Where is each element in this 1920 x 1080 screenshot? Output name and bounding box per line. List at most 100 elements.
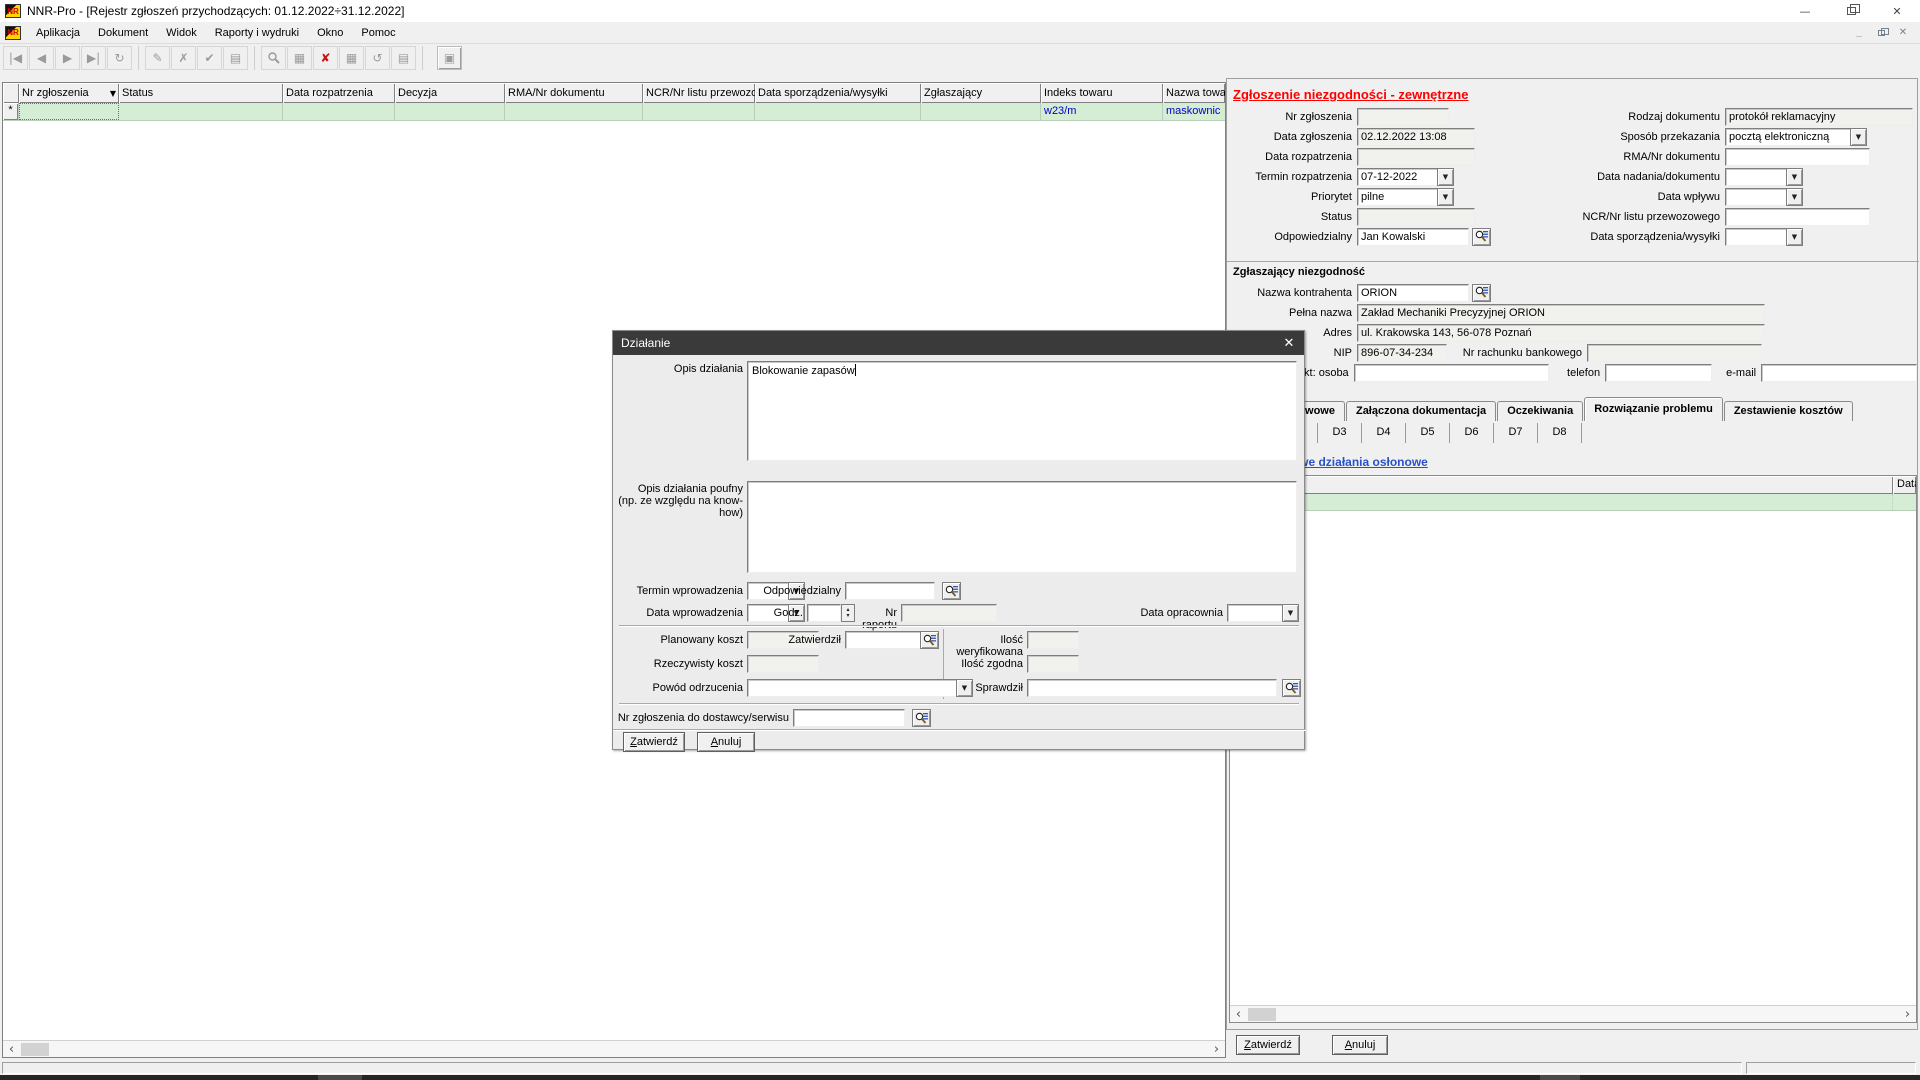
- menu-okno[interactable]: Okno: [308, 24, 352, 42]
- grid-header-status[interactable]: Status: [119, 83, 283, 103]
- table-row[interactable]: * w23/m maskownic: [3, 103, 1225, 121]
- cell-status[interactable]: [119, 103, 283, 120]
- grid-header-decyzja[interactable]: Decyzja: [395, 83, 505, 103]
- sort-arrow-icon[interactable]: ▼: [107, 89, 116, 98]
- grid-header-ncr[interactable]: NCR/Nr listu przewozowego: [643, 83, 755, 103]
- grid-header-indeks-towaru[interactable]: Indeks towaru: [1041, 83, 1163, 103]
- tab-d6[interactable]: D6: [1450, 423, 1494, 443]
- rotate-button[interactable]: ↺: [365, 46, 390, 70]
- tab-d7[interactable]: D7: [1494, 423, 1538, 443]
- termin-rozpatrzenia-combo[interactable]: 07-12-2022 ▼: [1357, 167, 1454, 186]
- form-view-button[interactable]: ▣: [437, 46, 462, 70]
- sprawdzil-field[interactable]: [1027, 679, 1277, 697]
- clipboard-button[interactable]: ▤: [223, 46, 248, 70]
- nr-dostawcy-field[interactable]: [793, 709, 905, 727]
- chevron-down-icon[interactable]: ▼: [1786, 187, 1803, 206]
- list-header-opis[interactable]: Opis działania: [1230, 476, 1893, 494]
- scrollbar-thumb[interactable]: [21, 1042, 49, 1056]
- accept-document-button[interactable]: ✔: [197, 46, 222, 70]
- dialog-odpowiedzialny-lookup-button[interactable]: [942, 582, 961, 600]
- last-record-button[interactable]: ▶|: [81, 46, 106, 70]
- spin-down-icon[interactable]: ▾: [846, 613, 849, 619]
- row-selector-cell[interactable]: *: [3, 103, 19, 120]
- print-button[interactable]: ▤: [391, 46, 416, 70]
- dialog-zatwierdz-button[interactable]: Zatwierdź: [623, 732, 685, 752]
- priorytet-combo[interactable]: pilne ▼: [1357, 187, 1454, 206]
- list-item[interactable]: [1230, 494, 1916, 511]
- next-record-button[interactable]: ▶: [55, 46, 80, 70]
- opis-poufny-textarea[interactable]: [747, 481, 1297, 573]
- godzina-field[interactable]: [807, 604, 841, 622]
- restore-button[interactable]: [1828, 0, 1874, 22]
- tab-zestawienie-kosztow[interactable]: Zestawienie kosztów: [1723, 401, 1853, 421]
- list-horizontal-scrollbar[interactable]: ‹ ›: [1230, 1005, 1916, 1022]
- grid-header-zglaszajacy[interactable]: Zgłaszający: [921, 83, 1041, 103]
- data-sporzadzenia-combo[interactable]: ▼: [1725, 227, 1803, 246]
- list-header-data[interactable]: Data: [1893, 476, 1916, 494]
- tab-rozwiazanie-problemu[interactable]: Rozwiązanie problemu: [1584, 397, 1723, 421]
- kontrahent-lookup-button[interactable]: [1472, 283, 1491, 302]
- chevron-down-icon[interactable]: ▼: [1786, 167, 1803, 186]
- email-field[interactable]: [1761, 363, 1917, 382]
- delete-document-button[interactable]: ✗: [171, 46, 196, 70]
- cell-data-sporzadzenia[interactable]: [755, 103, 921, 120]
- chevron-down-icon[interactable]: ▼: [1282, 604, 1299, 622]
- chevron-down-icon[interactable]: ▼: [1850, 127, 1867, 146]
- telefon-field[interactable]: [1605, 363, 1713, 382]
- odpowiedzialny-field[interactable]: Jan Kowalski: [1357, 227, 1469, 246]
- menu-raporty[interactable]: Raporty i wydruki: [206, 24, 308, 42]
- mdi-close-button[interactable]: ✕: [1892, 25, 1914, 41]
- cell-data-rozpatrzenia[interactable]: [283, 103, 395, 120]
- grid-header-data-rozpatrzenia[interactable]: Data rozpatrzenia: [283, 83, 395, 103]
- scroll-right-icon[interactable]: ›: [1208, 1041, 1225, 1057]
- dialog-title-bar[interactable]: Działanie ✕: [613, 331, 1304, 355]
- grid-horizontal-scrollbar[interactable]: ‹ ›: [3, 1040, 1225, 1057]
- menu-widok[interactable]: Widok: [157, 24, 206, 42]
- cell-nr-zgloszenia[interactable]: [19, 103, 119, 120]
- scroll-left-icon[interactable]: ‹: [1230, 1006, 1247, 1022]
- new-document-button[interactable]: ✎: [145, 46, 170, 70]
- menu-pomoc[interactable]: Pomoc: [352, 24, 404, 42]
- data-wplywu-combo[interactable]: ▼: [1725, 187, 1803, 206]
- data-opracownia-combo[interactable]: ▼: [1227, 604, 1299, 622]
- cell-rma[interactable]: [505, 103, 643, 120]
- cell-decyzja[interactable]: [395, 103, 505, 120]
- rma-field[interactable]: [1725, 147, 1870, 166]
- panel-anuluj-button[interactable]: Anuluj: [1332, 1035, 1388, 1055]
- minimize-button[interactable]: —: [1782, 0, 1828, 22]
- tab-d8[interactable]: D8: [1538, 423, 1582, 443]
- tab-zalaczona-dokumentacja[interactable]: Załączona dokumentacja: [1345, 401, 1497, 421]
- menu-aplikacja[interactable]: Aplikacja: [27, 24, 89, 42]
- close-button[interactable]: ✕: [1874, 0, 1920, 22]
- tab-d4[interactable]: D4: [1362, 423, 1406, 443]
- refresh-button[interactable]: ↻: [107, 46, 132, 70]
- sprawdzil-lookup-button[interactable]: [1282, 679, 1301, 697]
- chevron-down-icon[interactable]: ▼: [1437, 167, 1454, 186]
- nazwa-kontrahenta-field[interactable]: ORION: [1357, 283, 1469, 302]
- table-button[interactable]: ▦: [339, 46, 364, 70]
- mdi-minimize-button[interactable]: _: [1848, 25, 1870, 41]
- grid-header-nr-zgloszenia[interactable]: Nr zgłoszenia ▼: [19, 83, 119, 103]
- search-button[interactable]: [261, 46, 286, 70]
- dialog-anuluj-button[interactable]: Anuluj: [697, 732, 755, 752]
- scrollbar-thumb[interactable]: [1248, 1007, 1276, 1021]
- data-nadania-combo[interactable]: ▼: [1725, 167, 1803, 186]
- opis-dzialania-textarea[interactable]: Blokowanie zapasów: [747, 361, 1297, 461]
- filter-button[interactable]: ▦: [287, 46, 312, 70]
- cell-indeks-towaru[interactable]: w23/m: [1041, 103, 1163, 120]
- ncr-field[interactable]: [1725, 207, 1870, 226]
- zatwierdzil-lookup-button[interactable]: [920, 631, 939, 649]
- menu-dokument[interactable]: Dokument: [89, 24, 157, 42]
- grid-header-nazwa-towaru[interactable]: Nazwa towaru: [1163, 83, 1225, 103]
- cell-ncr[interactable]: [643, 103, 755, 120]
- clear-filter-button[interactable]: ✘: [313, 46, 338, 70]
- tab-oczekiwania[interactable]: Oczekiwania: [1497, 401, 1584, 421]
- tab-d5[interactable]: D5: [1406, 423, 1450, 443]
- panel-zatwierdz-button[interactable]: Zatwierdź: [1236, 1035, 1300, 1055]
- dialog-odpowiedzialny-field[interactable]: [845, 582, 935, 600]
- grid-header-rma[interactable]: RMA/Nr dokumentu: [505, 83, 643, 103]
- previous-record-button[interactable]: ◀: [29, 46, 54, 70]
- powod-odrzucenia-combo[interactable]: ▼: [747, 679, 973, 697]
- grid-header-data-sporzadzenia[interactable]: Data sporządzenia/wysyłki: [755, 83, 921, 103]
- first-record-button[interactable]: |◀: [3, 46, 28, 70]
